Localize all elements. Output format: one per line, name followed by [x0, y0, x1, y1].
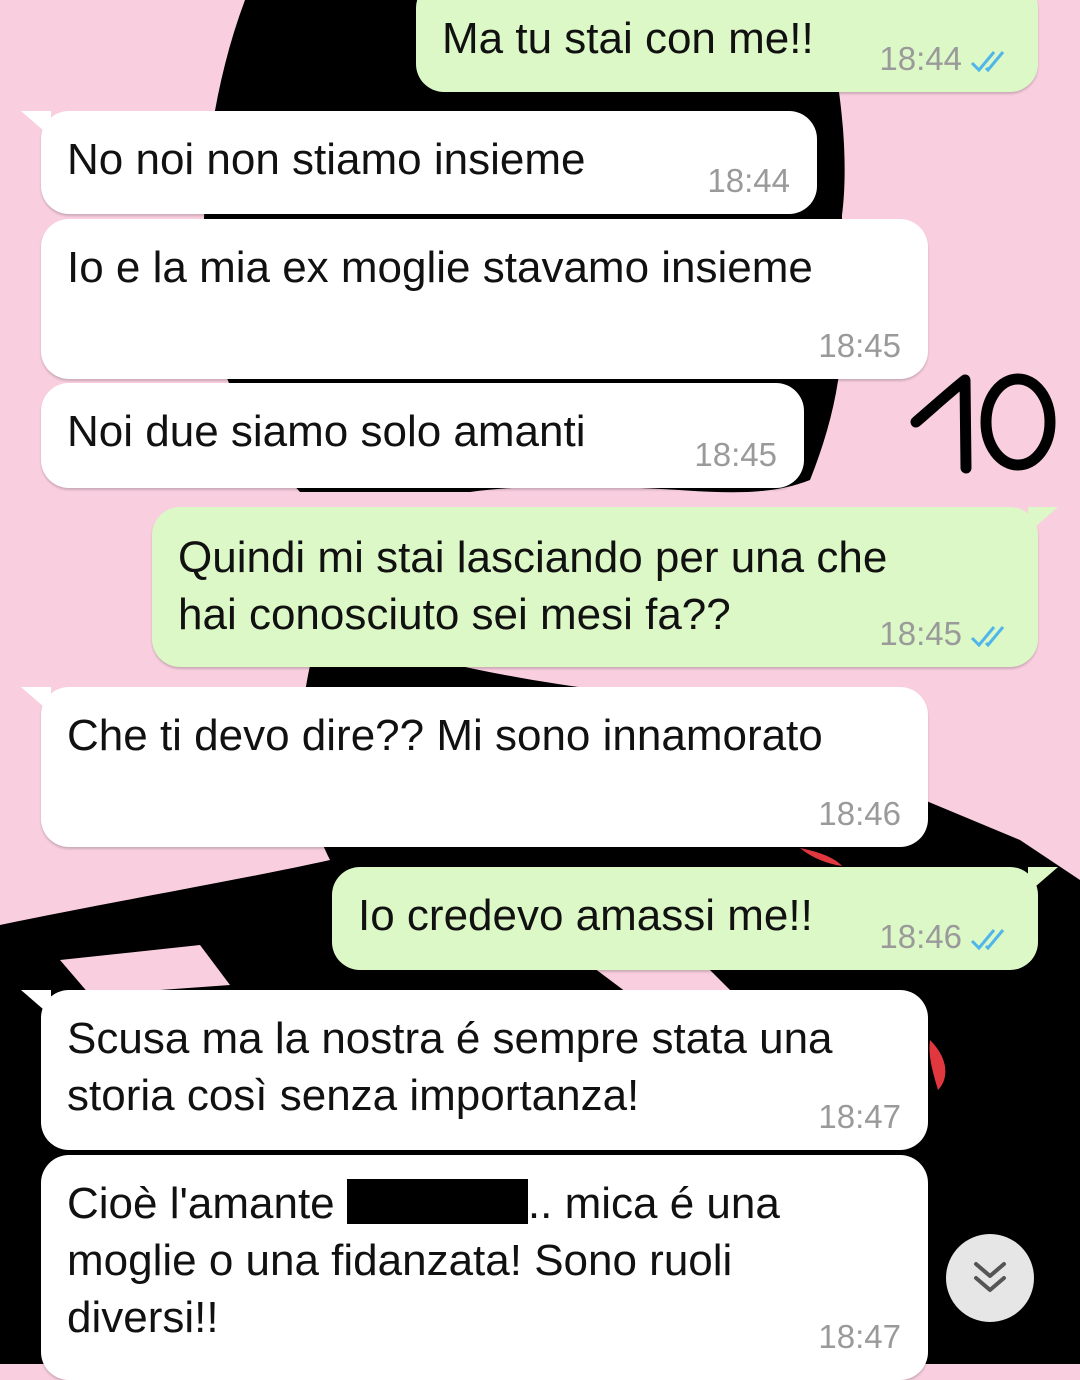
message-bubble-incoming[interactable]: Cioè l'amante .. mica é una moglie o una… — [41, 1155, 928, 1380]
message-time: 18:46 — [818, 795, 901, 832]
message-text: Cioè l'amante .. mica é una moglie o una… — [67, 1175, 780, 1346]
message-line: moglie o una fidanzata! Sono ruoli — [67, 1236, 733, 1285]
message-time: 18:44 — [879, 40, 962, 77]
message-time: 18:45 — [818, 327, 901, 364]
message-text: Ma tu stai con me!! — [442, 14, 814, 63]
message-text: Quindi mi stai lasciando per una che hai… — [178, 529, 887, 643]
message-line: .. mica é una — [527, 1179, 780, 1228]
message-text: Io credevo amassi me!! — [358, 891, 813, 940]
message-text: Che ti devo dire?? Mi sono innamorato — [67, 711, 823, 760]
message-text: Io e la mia ex moglie stavamo insieme — [67, 243, 813, 292]
read-ticks-icon — [970, 626, 1005, 648]
message-line: Cioè l'amante — [67, 1179, 335, 1228]
message-time: 18:45 — [694, 436, 777, 473]
message-time: 18:44 — [707, 162, 790, 199]
message-line: Scusa ma la nostra é sempre stata una — [67, 1014, 833, 1063]
message-time: 18:46 — [879, 918, 962, 955]
handwritten-number-graphic — [910, 373, 1056, 474]
double-chevron-down-icon — [974, 1262, 1006, 1292]
message-time: 18:47 — [818, 1098, 901, 1135]
message-line: diversi!! — [67, 1293, 219, 1342]
message-bubble-outgoing[interactable]: Ma tu stai con me!! 18:44 — [416, 0, 1058, 92]
message-bubble-incoming[interactable]: Scusa ma la nostra é sempre stata una st… — [21, 990, 928, 1150]
message-text: No noi non stiamo insieme — [67, 135, 586, 184]
message-bubble-incoming[interactable]: Che ti devo dire?? Mi sono innamorato 18… — [21, 687, 928, 847]
message-bubble-incoming[interactable]: Io e la mia ex moglie stavamo insieme 18… — [41, 219, 928, 379]
message-text: Noi due siamo solo amanti — [67, 407, 586, 456]
message-bubble-outgoing[interactable]: Quindi mi stai lasciando per una che hai… — [152, 507, 1058, 667]
read-ticks-icon — [970, 929, 1005, 951]
message-line: hai conosciuto sei mesi fa?? — [178, 590, 731, 639]
scroll-to-bottom-button[interactable] — [946, 1234, 1034, 1322]
message-text: Scusa ma la nostra é sempre stata una st… — [67, 1010, 833, 1124]
message-line: storia così senza importanza! — [67, 1071, 640, 1120]
redaction-bar — [346, 1179, 528, 1224]
message-time: 18:47 — [818, 1318, 901, 1355]
overlay-number: 10 — [910, 370, 1070, 480]
message-bubble-incoming[interactable]: Noi due siamo solo amanti 18:45 — [41, 383, 804, 488]
message-bubble-outgoing[interactable]: Io credevo amassi me!! 18:46 — [332, 867, 1058, 970]
message-time: 18:45 — [879, 615, 962, 652]
read-ticks-icon — [970, 51, 1005, 73]
message-line: Quindi mi stai lasciando per una che — [178, 533, 888, 582]
message-bubble-incoming[interactable]: No noi non stiamo insieme 18:44 — [21, 111, 817, 214]
